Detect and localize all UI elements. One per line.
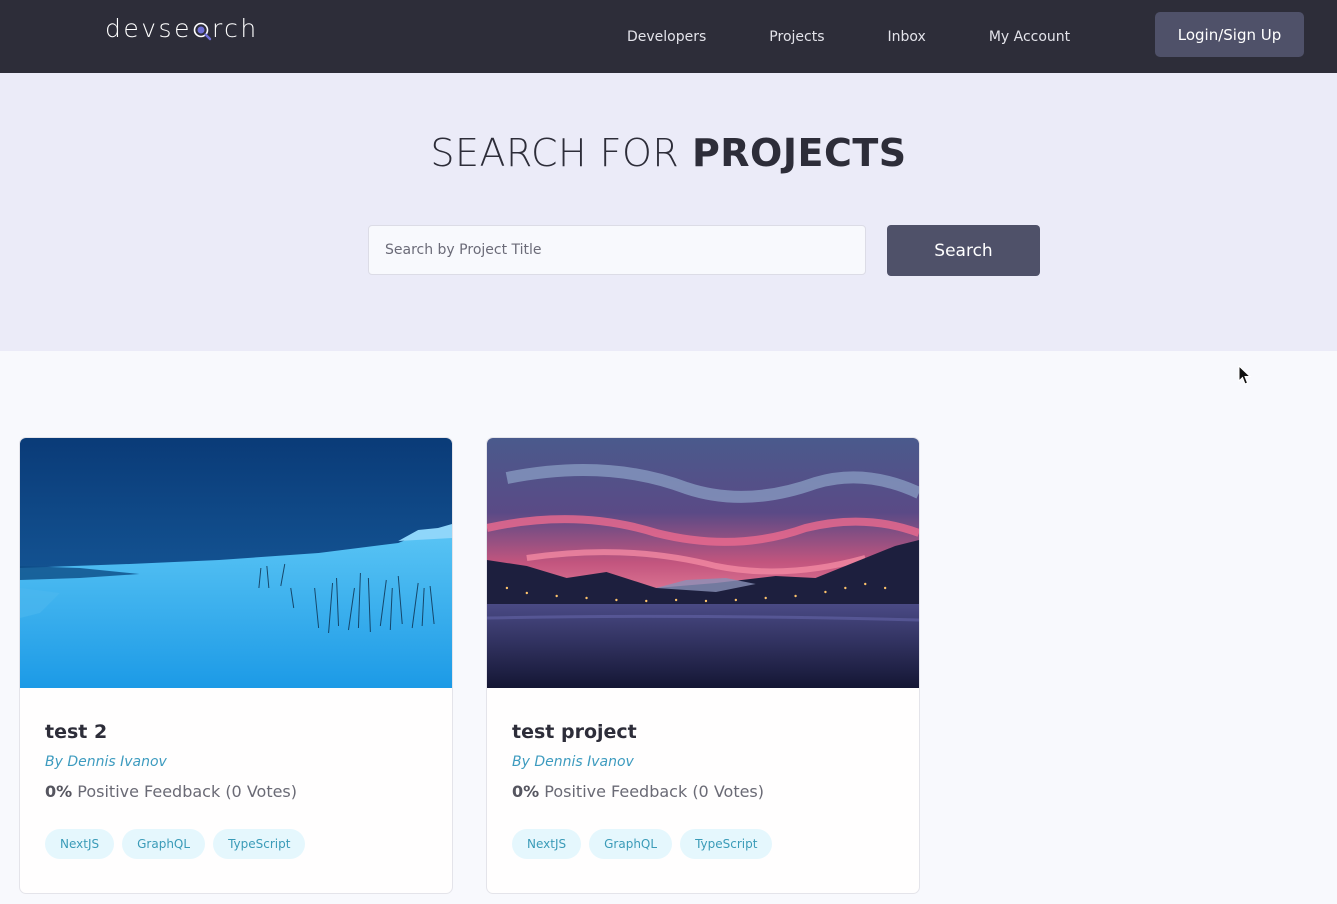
nav-link-developers[interactable]: Developers [627, 29, 706, 45]
project-author-link[interactable]: By Dennis Ivanov [512, 754, 894, 770]
tag-graphql[interactable]: GraphQL [589, 829, 673, 859]
logo-text-prefix: devse [105, 14, 192, 43]
project-card[interactable]: test 2 By Dennis Ivanov 0% Positive Feed… [19, 437, 453, 894]
project-author-link[interactable]: By Dennis Ivanov [45, 754, 427, 770]
project-thumbnail[interactable] [20, 438, 452, 688]
logo-text-suffix: rch [211, 14, 259, 43]
feedback-percent: 0% [45, 782, 73, 801]
page-title-light: SEARCH FOR [430, 131, 680, 175]
main-nav: Developers Projects Inbox My Account [627, 0, 1070, 73]
tag-nextjs[interactable]: NextJS [45, 829, 115, 859]
project-tags: NextJS GraphQL TypeScript [512, 829, 894, 859]
project-card[interactable]: test project By Dennis Ivanov 0% Positiv… [486, 437, 920, 894]
mouse-cursor-icon [1238, 365, 1252, 385]
login-signup-button[interactable]: Login/Sign Up [1155, 12, 1304, 57]
site-logo[interactable]: devse rch [105, 14, 259, 43]
tag-typescript[interactable]: TypeScript [213, 829, 306, 859]
project-tags: NextJS GraphQL TypeScript [45, 829, 427, 859]
project-thumbnail[interactable] [487, 438, 919, 688]
site-header: devse rch Developers Projects Inbox My Ac… [0, 0, 1337, 73]
project-title[interactable]: test 2 [45, 721, 427, 743]
feedback-text: Positive Feedback (0 Votes) [77, 782, 298, 801]
nav-link-projects[interactable]: Projects [769, 29, 824, 45]
project-feedback: 0% Positive Feedback (0 Votes) [512, 782, 894, 801]
feedback-percent: 0% [512, 782, 540, 801]
project-feedback: 0% Positive Feedback (0 Votes) [45, 782, 427, 801]
tag-nextjs[interactable]: NextJS [512, 829, 582, 859]
search-hero: SEARCH FOR PROJECTS Search [0, 73, 1337, 351]
nav-link-inbox[interactable]: Inbox [888, 29, 926, 45]
page-title-bold: PROJECTS [691, 131, 907, 175]
nav-link-my-account[interactable]: My Account [989, 29, 1070, 45]
tag-typescript[interactable]: TypeScript [680, 829, 773, 859]
project-title[interactable]: test project [512, 721, 894, 743]
tag-graphql[interactable]: GraphQL [122, 829, 206, 859]
magnifier-logo-icon [192, 16, 212, 42]
search-input[interactable] [368, 225, 866, 275]
feedback-text: Positive Feedback (0 Votes) [544, 782, 765, 801]
page-title: SEARCH FOR PROJECTS [0, 131, 1337, 175]
search-button[interactable]: Search [887, 225, 1040, 276]
